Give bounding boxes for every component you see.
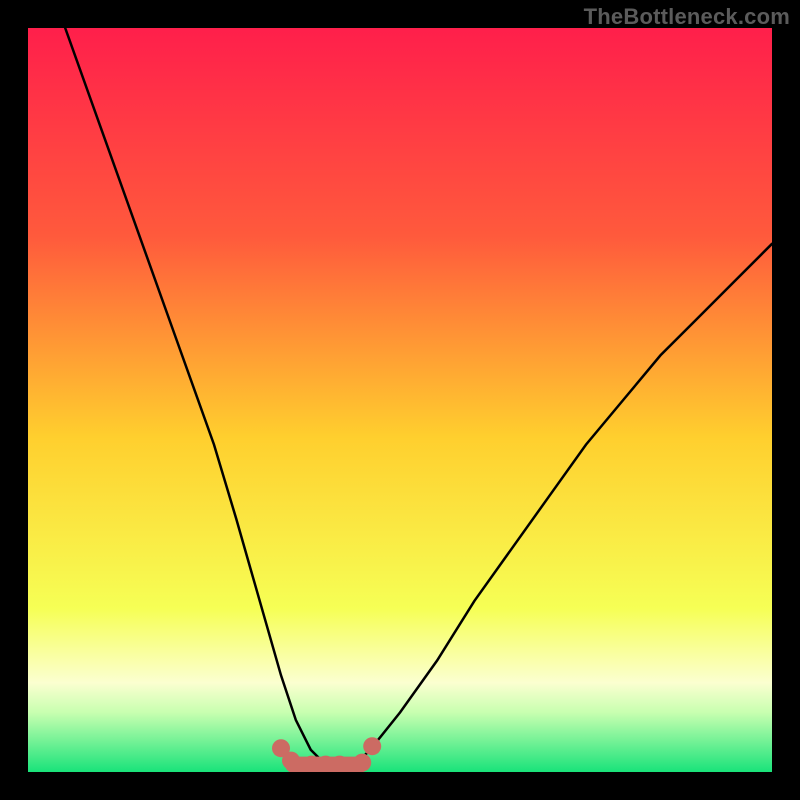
watermark-text: TheBottleneck.com: [584, 4, 790, 30]
chart-svg: [28, 28, 772, 772]
chart-plot-area: [28, 28, 772, 772]
optimal-marker-dot: [363, 737, 381, 755]
chart-frame: TheBottleneck.com: [0, 0, 800, 800]
gradient-background: [28, 28, 772, 772]
optimal-marker-bar: [285, 757, 368, 772]
